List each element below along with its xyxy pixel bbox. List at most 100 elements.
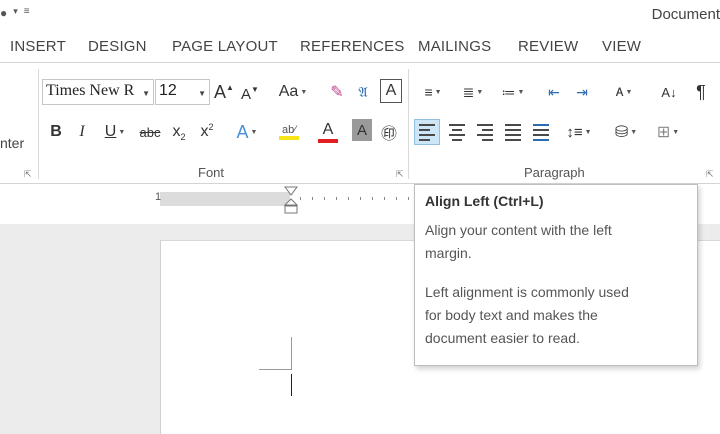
tab-mailings[interactable]: MAILINGS xyxy=(418,38,491,55)
change-case-button[interactable]: Aa ▼ xyxy=(274,79,312,105)
ruler-left-margin xyxy=(160,192,290,206)
center-button[interactable] xyxy=(444,119,470,145)
phonetic-guide-button[interactable]: 𝔄 xyxy=(352,79,374,105)
decrease-indent-icon: ⇤ xyxy=(548,83,560,100)
increase-indent-button[interactable]: ⇥ xyxy=(570,79,594,105)
asian-layout-button[interactable]: ᴀ ▼ xyxy=(606,79,642,105)
multilevel-list-button[interactable]: ≔ ▼ xyxy=(496,79,530,105)
highlighter-icon: ab⁄ xyxy=(281,124,297,136)
ruler-number: 1 xyxy=(155,191,162,203)
font-color-icon: A xyxy=(322,121,334,138)
enclosed-character-icon: ㊞ xyxy=(380,126,397,143)
tooltip-line: Left alignment is commonly used xyxy=(425,284,629,300)
text-effects-icon: A xyxy=(236,121,249,142)
clear-formatting-button[interactable]: ✎ xyxy=(326,79,348,105)
strikethrough-icon: abc xyxy=(139,124,161,140)
tab-insert[interactable]: INSERT xyxy=(10,38,66,55)
tab-review[interactable]: REVIEW xyxy=(518,38,578,55)
distributed-button[interactable] xyxy=(528,119,554,145)
shrink-font-icon: A xyxy=(241,85,252,103)
tab-view[interactable]: VIEW xyxy=(602,38,641,55)
change-case-icon: Aa xyxy=(278,83,299,100)
superscript-icon: x xyxy=(200,123,209,140)
font-size-combo[interactable]: 12 ▼ xyxy=(155,79,210,105)
strikethrough-button[interactable]: abc xyxy=(136,119,164,145)
ruler-tick xyxy=(408,197,409,200)
tooltip-spacer xyxy=(425,265,687,281)
chevron-down-icon[interactable]: ▼ xyxy=(142,89,150,98)
ruler-tick xyxy=(324,197,325,200)
sort-button[interactable]: A↓ xyxy=(658,79,680,105)
decrease-indent-button[interactable]: ⇤ xyxy=(542,79,566,105)
superscript-button[interactable]: x2 xyxy=(196,119,218,145)
character-border-icon: A xyxy=(385,82,397,99)
italic-icon: I xyxy=(79,123,85,140)
ruler-tick xyxy=(336,197,337,200)
margin-corner-mark xyxy=(259,369,292,370)
dialog-launcher-icon[interactable]: ⇱ xyxy=(24,169,32,180)
bold-button[interactable]: B xyxy=(46,119,66,145)
tooltip-line: for body text and makes the xyxy=(425,307,598,323)
customize-toolbar-icon[interactable]: ≡ xyxy=(24,6,30,20)
tab-page-layout[interactable]: PAGE LAYOUT xyxy=(172,38,278,55)
justify-button[interactable] xyxy=(500,119,526,145)
font-color-button[interactable]: A xyxy=(310,119,346,145)
align-center-icon xyxy=(449,123,465,141)
bullets-button[interactable]: ≡ ▼ xyxy=(416,79,450,105)
ribbon: nter ⇱ Times New R ▼ 12 ▼ A ▲ A ▼ Aa ▼ ✎ 𝔄 … xyxy=(0,62,720,184)
tab-references[interactable]: REFERENCES xyxy=(300,38,405,55)
numbering-button[interactable]: ≣ ▼ xyxy=(456,79,490,105)
group-label-font: Font xyxy=(198,165,225,180)
shading-button[interactable]: ⛁ ▼ xyxy=(608,119,644,145)
character-border-button[interactable]: A xyxy=(380,79,402,103)
ruler-tick xyxy=(384,197,385,200)
italic-button[interactable]: I xyxy=(72,119,92,145)
paragraph-dialog-launcher-icon[interactable]: ⇱ xyxy=(706,169,714,180)
subscript-button[interactable]: x2 xyxy=(168,119,190,145)
touch-mode-icon[interactable]: ● xyxy=(0,6,7,20)
paint-bucket-icon: ⛁ xyxy=(614,124,629,141)
font-name-combo[interactable]: Times New R ▼ xyxy=(42,79,154,105)
character-shading-button[interactable]: A xyxy=(352,119,372,141)
ruler-tick xyxy=(396,197,397,200)
line-spacing-icon: ↕≡ xyxy=(566,123,583,141)
group-label-paragraph: Paragraph xyxy=(524,165,585,180)
quick-access-toolbar: ● ▾ ≡ xyxy=(0,6,30,20)
character-shading-icon: A xyxy=(356,121,367,139)
underline-button[interactable]: U ▼ xyxy=(98,119,132,145)
highlight-color-bar xyxy=(279,136,299,140)
bullet-list-icon: ≡ xyxy=(424,84,433,100)
align-right-icon xyxy=(477,123,493,141)
ribbon-tabs: INSERT DESIGN PAGE LAYOUT REFERENCES MAI… xyxy=(0,32,720,62)
show-hide-button[interactable]: ¶ xyxy=(690,79,712,105)
align-left-icon xyxy=(419,123,435,141)
line-spacing-button[interactable]: ↕≡ ▼ xyxy=(562,119,596,145)
justify-icon xyxy=(505,123,521,141)
highlight-button[interactable]: ab⁄ xyxy=(270,119,308,145)
shrink-font-button[interactable]: A ▼ xyxy=(240,81,260,107)
borders-icon: ⊞ xyxy=(656,124,671,141)
multilevel-list-icon: ≔ xyxy=(501,83,516,100)
increase-indent-icon: ⇥ xyxy=(576,83,588,100)
enclose-characters-button[interactable]: ㊞ xyxy=(378,119,400,145)
group-separator xyxy=(408,69,409,179)
document-title: Document xyxy=(651,6,720,23)
chevron-down-icon[interactable]: ▾ xyxy=(13,6,18,20)
chevron-down-icon[interactable]: ▼ xyxy=(198,89,206,98)
ruler-tick xyxy=(300,197,301,200)
tooltip-line: document easier to read. xyxy=(425,330,580,346)
align-left-button[interactable] xyxy=(414,119,440,145)
indent-marker-icon[interactable] xyxy=(284,186,298,216)
bold-icon: B xyxy=(50,123,62,140)
borders-button[interactable]: ⊞ ▼ xyxy=(650,119,686,145)
grow-font-button[interactable]: A ▲ xyxy=(214,79,234,105)
align-left-tooltip: Align Left (Ctrl+L) Align your content w… xyxy=(414,184,698,366)
align-right-button[interactable] xyxy=(472,119,498,145)
font-dialog-launcher-icon[interactable]: ⇱ xyxy=(396,169,404,180)
title-bar: ● ▾ ≡ Document xyxy=(0,0,720,32)
tooltip-title: Align Left (Ctrl+L) xyxy=(425,193,544,209)
text-effects-button[interactable]: A ▼ xyxy=(230,119,264,145)
ruler-tick xyxy=(312,197,313,200)
tab-design[interactable]: DESIGN xyxy=(88,38,147,55)
asian-layout-icon: ᴀ xyxy=(615,83,624,100)
